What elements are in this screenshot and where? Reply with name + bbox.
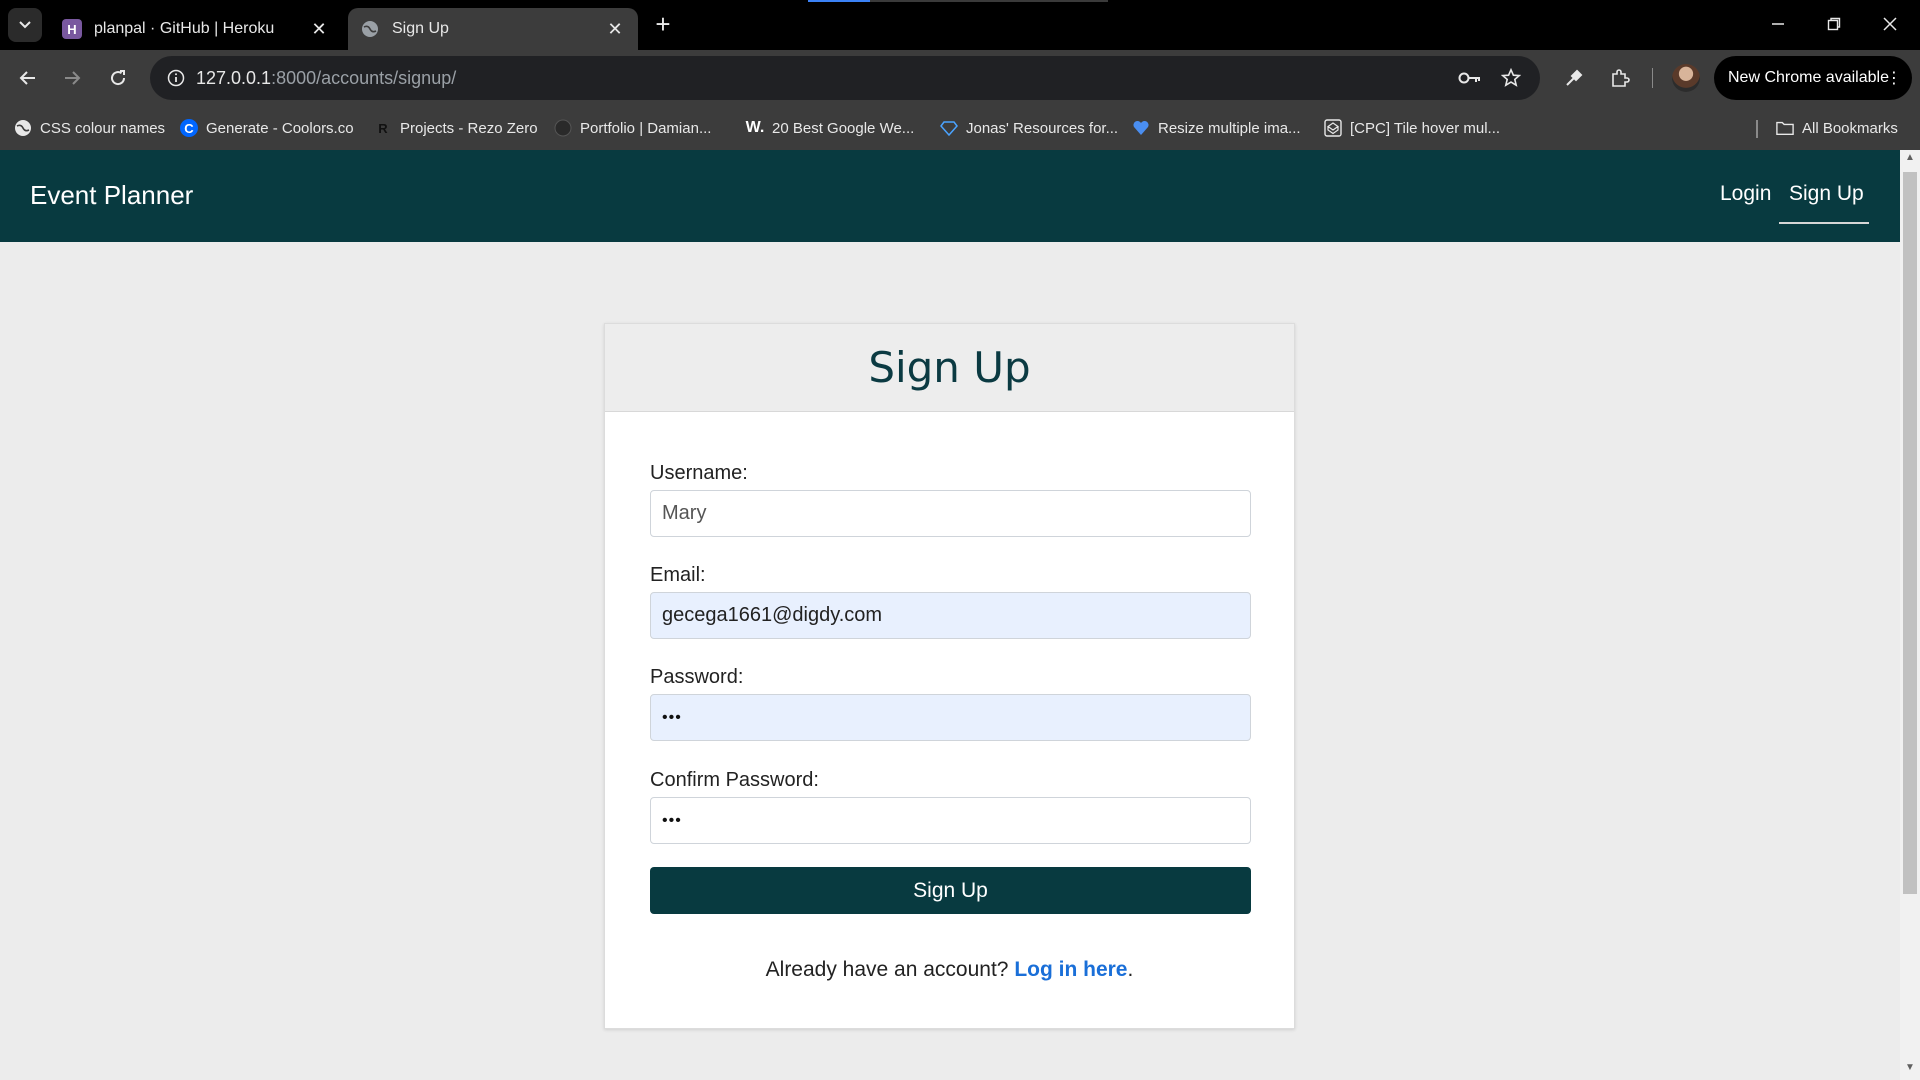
close-window-button[interactable]	[1862, 6, 1918, 42]
toolbar-divider	[1652, 68, 1653, 88]
page-title: Sign Up	[868, 343, 1031, 392]
bookmark-label: Projects - Rezo Zero	[400, 119, 538, 137]
arrow-right-icon	[65, 71, 81, 85]
portfolio-icon	[554, 119, 572, 137]
tab-title: Sign Up	[392, 20, 449, 37]
coolors-icon: C	[180, 119, 198, 137]
profile-avatar[interactable]	[1672, 64, 1700, 92]
bookmark-resize-images[interactable]: Resize multiple ima...	[1132, 114, 1301, 142]
chevron-down-icon	[19, 21, 31, 29]
login-prompt: Already have an account? Log in here.	[605, 958, 1294, 982]
close-tab-icon[interactable]: ✕	[308, 18, 330, 40]
minimize-button[interactable]	[1750, 6, 1806, 42]
username-value: Mary	[662, 502, 707, 524]
bookmark-20-best-google[interactable]: W. 20 Best Google We...	[745, 114, 915, 142]
nav-signup-link[interactable]: Sign Up	[1789, 182, 1864, 206]
confirm-password-value: •••	[662, 811, 682, 829]
bookmark-star-icon[interactable]	[1495, 62, 1527, 94]
email-label: Email:	[650, 564, 706, 586]
username-label: Username:	[650, 462, 748, 484]
site-navbar: Event Planner Login Sign Up	[0, 150, 1900, 242]
bookmark-portfolio-damian[interactable]: Portfolio | Damian...	[554, 114, 711, 142]
url-text: 127.0.0.1:8000/accounts/signup/	[196, 68, 456, 89]
password-key-icon[interactable]	[1454, 62, 1486, 94]
heroku-icon: H	[62, 19, 82, 39]
bookmarks-separator	[1756, 120, 1758, 138]
w-icon: W.	[745, 119, 765, 136]
close-tab-icon[interactable]: ✕	[604, 18, 626, 40]
bookmark-label: Resize multiple ima...	[1158, 119, 1301, 137]
minimize-icon	[1772, 23, 1784, 25]
bookmark-label: CSS colour names	[40, 119, 166, 137]
bookmark-label: Generate - Coolors.co	[206, 119, 354, 137]
tab-search-button[interactable]	[8, 8, 42, 42]
password-label: Password:	[650, 666, 744, 688]
bookmark-cpc-tile-hover[interactable]: [CPC] Tile hover mul...	[1324, 114, 1500, 142]
signup-card: Sign Up Username: Mary Email: gecega1661…	[604, 323, 1295, 1029]
email-value: gecega1661@digdy.com	[662, 604, 883, 626]
arrow-left-icon	[19, 71, 35, 85]
url-path: :8000/accounts/signup/	[271, 67, 457, 88]
all-bookmarks-label: All Bookmarks	[1802, 119, 1898, 137]
tab-strip: H planpal · GitHub | Heroku ✕ Sign Up ✕ …	[0, 0, 1920, 50]
new-chrome-available-button[interactable]: New Chrome available ⋮	[1714, 56, 1912, 100]
diamond-icon	[940, 119, 958, 137]
back-button[interactable]	[12, 62, 44, 94]
scroll-down-icon[interactable]: ▼	[1904, 1062, 1916, 1073]
extensions-icon[interactable]	[1604, 62, 1636, 94]
url-host: 127.0.0.1	[196, 67, 272, 88]
browser-toolbar: 127.0.0.1:8000/accounts/signup/ New Chro…	[0, 50, 1920, 106]
bookmark-label: 20 Best Google We...	[772, 119, 915, 137]
confirm-password-label: Confirm Password:	[650, 769, 819, 791]
new-tab-button[interactable]: +	[648, 10, 678, 40]
close-icon	[1883, 17, 1897, 31]
bookmark-label: Portfolio | Damian...	[580, 119, 712, 137]
brand-logo[interactable]: Event Planner	[30, 180, 193, 211]
site-info-icon[interactable]	[156, 69, 196, 87]
folder-icon	[1776, 119, 1794, 137]
globe-icon	[14, 119, 32, 137]
heart-icon	[1132, 119, 1150, 137]
confirm-password-input[interactable]: •••	[650, 797, 1251, 844]
login-prompt-text: Already have an account?	[765, 958, 1015, 981]
loading-indicator	[808, 0, 1108, 2]
more-vert-icon: ⋮	[1886, 70, 1902, 87]
active-nav-underline	[1779, 222, 1869, 224]
email-input[interactable]: gecega1661@digdy.com	[650, 592, 1251, 639]
rezo-icon: R	[374, 119, 392, 137]
restore-button[interactable]	[1806, 6, 1862, 42]
restore-icon	[1827, 17, 1841, 31]
bookmark-label: Jonas' Resources for...	[966, 119, 1119, 137]
new-chrome-label: New Chrome available	[1728, 69, 1889, 86]
card-header: Sign Up	[605, 324, 1294, 412]
signup-submit-button[interactable]: Sign Up	[650, 867, 1251, 914]
password-value: •••	[662, 708, 682, 726]
address-bar[interactable]: 127.0.0.1:8000/accounts/signup/	[150, 56, 1540, 100]
bookmark-coolors[interactable]: C Generate - Coolors.co	[180, 114, 354, 142]
page-viewport: Event Planner Login Sign Up Sign Up User…	[0, 150, 1920, 1080]
tab-planpal[interactable]: H planpal · GitHub | Heroku ✕	[50, 8, 342, 50]
reload-button[interactable]	[102, 62, 134, 94]
reload-icon	[111, 70, 126, 86]
scrollbar-thumb[interactable]	[1903, 172, 1917, 894]
bookmark-rezo-zero[interactable]: R Projects - Rezo Zero	[374, 114, 538, 142]
scroll-up-icon[interactable]: ▲	[1904, 152, 1916, 163]
codepen-icon	[1324, 119, 1342, 137]
bookmarks-bar: CSS colour names C Generate - Coolors.co…	[0, 106, 1920, 150]
password-input[interactable]: •••	[650, 694, 1251, 741]
all-bookmarks-button[interactable]: All Bookmarks	[1776, 114, 1898, 142]
eyedropper-icon[interactable]	[1558, 62, 1590, 94]
nav-login-link[interactable]: Login	[1720, 182, 1771, 206]
tab-title: planpal · GitHub | Heroku	[94, 20, 275, 37]
username-input[interactable]: Mary	[650, 490, 1251, 537]
forward-button[interactable]	[56, 62, 88, 94]
login-prompt-suffix: .	[1127, 958, 1134, 981]
tab-sign-up[interactable]: Sign Up ✕	[348, 8, 638, 50]
login-here-link[interactable]: Log in here	[1014, 958, 1127, 981]
bookmark-css-colour-names[interactable]: CSS colour names	[14, 114, 165, 142]
globe-icon	[360, 19, 380, 39]
bookmark-label: [CPC] Tile hover mul...	[1350, 119, 1501, 137]
bookmark-jonas-resources[interactable]: Jonas' Resources for...	[940, 114, 1118, 142]
